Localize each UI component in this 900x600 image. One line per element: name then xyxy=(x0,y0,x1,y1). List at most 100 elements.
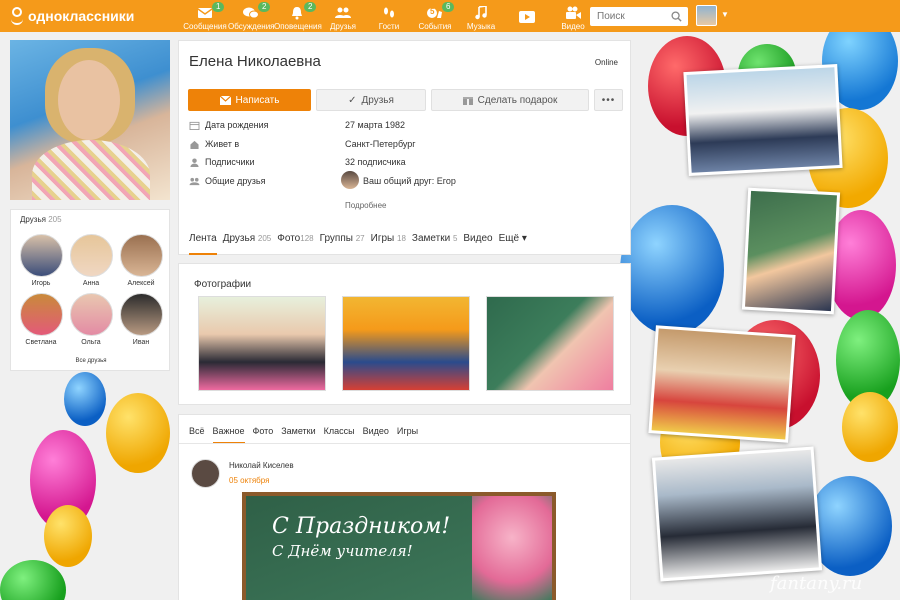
birthday-value: 27 марта 1982 xyxy=(345,120,406,130)
post-image[interactable]: С Праздником! С Днём учителя! xyxy=(242,492,556,600)
nav-discussions[interactable]: 2 Обсуждения xyxy=(228,2,275,31)
chat-bubbles-icon xyxy=(243,7,259,19)
friends-title-label: Друзья xyxy=(20,215,46,224)
divider xyxy=(179,443,630,444)
nav-video-play[interactable] xyxy=(504,2,550,31)
search-icon[interactable] xyxy=(671,11,682,22)
tab-photos[interactable]: Фото128 xyxy=(277,233,313,255)
nav-label: Музыка xyxy=(466,22,496,31)
tab-video[interactable]: Видео xyxy=(463,233,492,255)
bell-icon xyxy=(292,7,302,20)
nav-music[interactable]: Музыка xyxy=(458,2,504,31)
tab-count: 205 xyxy=(257,234,272,243)
check-icon: ✓ xyxy=(348,94,357,106)
friend-card[interactable]: Анна xyxy=(66,234,116,287)
feed-tab-important[interactable]: Важное xyxy=(212,426,245,444)
friend-card[interactable]: Светлана xyxy=(16,293,66,346)
friend-avatar xyxy=(19,234,63,277)
more-options-button[interactable]: ••• xyxy=(594,89,623,111)
friend-avatar xyxy=(119,234,163,277)
post-author-avatar[interactable] xyxy=(191,459,220,488)
feed-panel: Всё Важное Фото Заметки Классы Видео Игр… xyxy=(178,414,631,600)
chalkboard: С Праздником! С Днём учителя! xyxy=(246,496,552,600)
nav-label: Гости xyxy=(378,22,400,31)
nav-badge: 6 xyxy=(442,2,455,12)
photo-thumbnail[interactable] xyxy=(486,296,614,391)
nav-messages[interactable]: 1 Сообщения xyxy=(182,2,228,31)
calendar-icon xyxy=(189,121,200,130)
user-avatar[interactable] xyxy=(696,5,717,26)
photo-thumbnail[interactable] xyxy=(342,296,470,391)
button-label: Написать xyxy=(235,94,280,106)
nav-label: Видео xyxy=(561,22,585,31)
friends-count: 205 xyxy=(48,215,62,224)
tab-games[interactable]: Игры 18 xyxy=(371,233,406,255)
lives-in-value[interactable]: Санкт-Петербург xyxy=(345,139,416,149)
tab-count: 18 xyxy=(397,234,406,243)
birthday-label: Дата рождения xyxy=(205,120,269,130)
tab-groups[interactable]: Группы 27 xyxy=(320,233,365,255)
send-gift-button[interactable]: Сделать подарок xyxy=(431,89,589,111)
feed-tab-photos[interactable]: Фото xyxy=(253,426,274,444)
main-nav: 1 Сообщения 2 Обсуждения 2 Оповещения Др… xyxy=(182,2,596,31)
button-label: Сделать подарок xyxy=(477,94,558,106)
mutual-friends-icon xyxy=(189,177,200,186)
logo-text: одноклассники xyxy=(28,8,135,24)
chevron-down-icon[interactable]: ▼ xyxy=(721,10,729,19)
friends-button[interactable]: ✓ Друзья xyxy=(316,89,426,111)
feed-tab-classes[interactable]: Классы xyxy=(324,426,355,444)
site-logo[interactable]: одноклассники xyxy=(10,7,134,25)
tab-friends[interactable]: Друзья 205 xyxy=(223,233,272,255)
tab-count: 128 xyxy=(300,234,314,243)
friend-card[interactable]: Игорь xyxy=(16,234,66,287)
feed-tab-games[interactable]: Игры xyxy=(397,426,418,444)
friend-card[interactable]: Алексей xyxy=(116,234,166,287)
more-details-link[interactable]: Подробнее xyxy=(345,201,387,210)
nav-friends[interactable]: Друзья xyxy=(320,2,366,31)
tab-label: Друзья xyxy=(222,233,256,244)
mutual-friend-avatar[interactable] xyxy=(341,171,359,189)
nav-events[interactable]: 5 6 События xyxy=(412,2,458,31)
gift-icon xyxy=(462,97,473,105)
music-note-icon xyxy=(475,6,487,20)
friend-card[interactable]: Иван xyxy=(116,293,166,346)
profile-photo[interactable] xyxy=(10,40,170,200)
tab-label: Группы xyxy=(319,233,353,244)
friend-card[interactable]: Ольга xyxy=(66,293,116,346)
mutual-friends-value[interactable]: Ваш общий друг: Егор xyxy=(363,176,456,186)
tab-more[interactable]: Ещё ▾ xyxy=(499,233,527,255)
watermark-text: fantany.ru xyxy=(770,573,863,594)
tab-feed[interactable]: Лента xyxy=(189,233,217,255)
subscribers-value[interactable]: 32 подписчика xyxy=(345,157,406,167)
post-author-name[interactable]: Николай Киселев xyxy=(229,461,294,470)
search-input[interactable] xyxy=(590,7,666,26)
feed-tab-all[interactable]: Всё xyxy=(189,426,205,444)
video-play-icon xyxy=(519,11,535,23)
friend-name: Алексей xyxy=(127,280,155,287)
profile-name: Елена Николаевна xyxy=(189,53,321,70)
lives-in-label: Живет в xyxy=(205,139,240,149)
top-navigation-bar: одноклассники 1 Сообщения 2 Обсуждения 2… xyxy=(0,0,900,32)
write-message-button[interactable]: Написать xyxy=(188,89,311,111)
photo-thumbnail[interactable] xyxy=(198,296,326,391)
events-counter: 5 xyxy=(430,7,435,16)
nav-guests[interactable]: Гости xyxy=(366,2,412,31)
nav-badge: 2 xyxy=(258,2,271,12)
feed-filter-tabs: Всё Важное Фото Заметки Классы Видео Игр… xyxy=(189,426,418,444)
subscribers-icon xyxy=(190,158,199,167)
friends-widget: Друзья 205 Игорь Анна Алексей Светлана О… xyxy=(10,209,170,371)
friends-widget-title[interactable]: Друзья 205 xyxy=(20,215,62,224)
photos-panel: Фотографии xyxy=(178,263,631,405)
envelope-icon xyxy=(197,8,213,18)
nav-badge: 1 xyxy=(212,2,225,12)
nav-label: Оповещения xyxy=(274,22,322,31)
tab-label: Видео xyxy=(463,233,493,244)
all-friends-link[interactable]: Все друзья xyxy=(11,358,171,364)
search-box xyxy=(590,7,688,26)
profile-tabs: Лента Друзья 205 Фото128 Группы 27 Игры … xyxy=(189,233,527,255)
feed-tab-notes[interactable]: Заметки xyxy=(281,426,315,444)
nav-notifications[interactable]: 2 Оповещения xyxy=(274,2,322,31)
online-status: Online xyxy=(594,58,618,67)
feed-tab-video[interactable]: Видео xyxy=(363,426,389,444)
tab-notes[interactable]: Заметки 5 xyxy=(412,233,457,255)
